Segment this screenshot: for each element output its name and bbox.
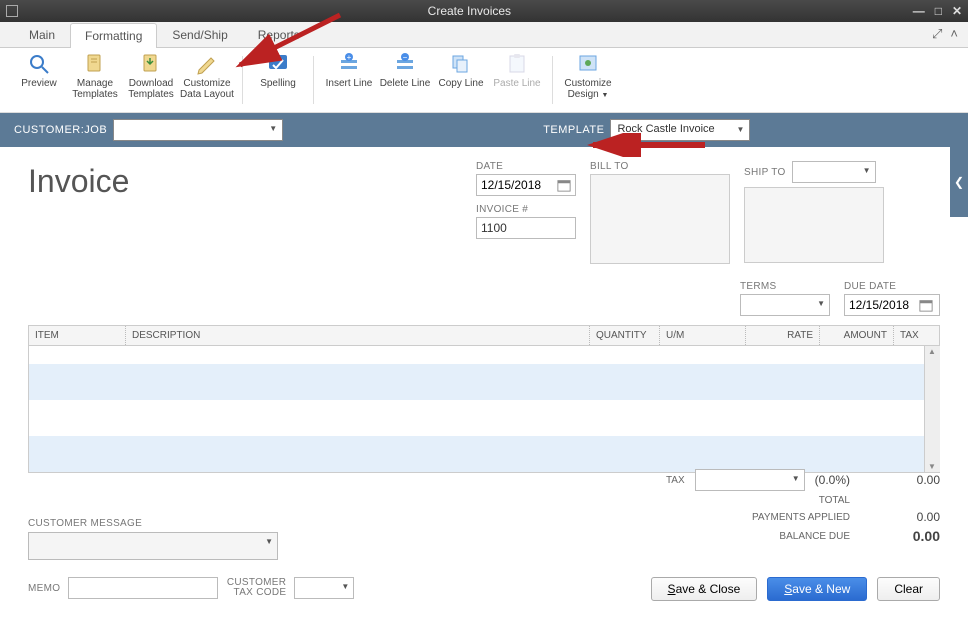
date-label: DATE	[476, 161, 576, 172]
terms-label: TERMS	[740, 281, 830, 292]
insert-line-button[interactable]: + Insert Line	[322, 52, 376, 89]
calendar-icon[interactable]	[919, 298, 933, 312]
copy-icon	[449, 52, 473, 76]
insert-line-icon: +	[337, 52, 361, 76]
magnifier-icon	[27, 52, 51, 76]
col-um[interactable]: U/M	[659, 326, 745, 345]
invoice-num-input[interactable]	[476, 217, 576, 239]
grid-body[interactable]	[29, 346, 939, 472]
total-label: TOTAL	[819, 495, 850, 506]
shipto-label: SHIP TO	[744, 167, 786, 178]
preview-button[interactable]: Preview	[12, 52, 66, 89]
design-icon	[576, 52, 600, 76]
date-input[interactable]	[476, 174, 576, 196]
customer-job-select[interactable]	[113, 119, 283, 141]
calendar-icon[interactable]	[557, 178, 571, 192]
template-label: TEMPLATE	[543, 124, 604, 136]
close-icon[interactable]: ✕	[952, 4, 962, 18]
memo-input[interactable]	[68, 577, 218, 599]
download-templates-button[interactable]: Download Templates	[124, 52, 178, 100]
tab-reports[interactable]: Reports	[243, 22, 315, 47]
window-icon	[6, 5, 18, 17]
copy-line-button[interactable]: Copy Line	[434, 52, 488, 89]
balance-amount: 0.00	[860, 528, 940, 544]
customer-message-select[interactable]	[28, 532, 278, 560]
minimize-icon[interactable]: —	[913, 4, 925, 18]
tax-pct: (0.0%)	[815, 473, 850, 487]
save-close-button[interactable]: SSave & Closeave & Close	[651, 577, 758, 601]
col-desc[interactable]: DESCRIPTION	[125, 326, 589, 345]
tab-main[interactable]: Main	[14, 22, 70, 47]
delete-line-button[interactable]: − Delete Line	[378, 52, 432, 89]
collapse-ribbon-icon[interactable]: ˄	[950, 26, 958, 42]
expand-icon[interactable]: ⤢	[932, 26, 942, 42]
tax-amount: 0.00	[860, 473, 940, 487]
payments-amount: 0.00	[860, 510, 940, 524]
save-new-button[interactable]: Save & NewSave & New	[767, 577, 867, 601]
memo-label: MEMO	[28, 583, 60, 594]
paste-icon	[505, 52, 529, 76]
due-date-label: DUE DATE	[844, 281, 940, 292]
balance-label: BALANCE DUE	[779, 531, 850, 542]
totals-area: TAX (0.0%) 0.00 TOTAL PAYMENTS APPLIED 0…	[420, 469, 940, 548]
ribbon: Preview Manage Templates Download Templa…	[0, 48, 968, 113]
col-rate[interactable]: RATE	[745, 326, 819, 345]
invoice-num-label: INVOICE #	[476, 204, 576, 215]
document-icon	[83, 52, 107, 76]
customer-bar: CUSTOMER:JOB TEMPLATE Rock Castle Invoic…	[0, 113, 968, 147]
spellcheck-icon	[266, 52, 290, 76]
terms-select[interactable]	[740, 294, 830, 316]
customize-design-button[interactable]: Customize Design ▼	[561, 52, 615, 101]
payments-label: PAYMENTS APPLIED	[752, 512, 850, 523]
shipto-select[interactable]	[792, 161, 876, 183]
due-date-input[interactable]	[844, 294, 940, 316]
template-select[interactable]: Rock Castle Invoice	[610, 119, 750, 141]
customer-message-label: CUSTOMER MESSAGE	[28, 518, 142, 529]
svg-text:−: −	[403, 53, 408, 62]
grid-header: ITEM DESCRIPTION QUANTITY U/M RATE AMOUN…	[29, 326, 939, 346]
billto-box[interactable]	[590, 174, 730, 264]
tab-sendship[interactable]: Send/Ship	[157, 22, 242, 47]
tab-bar: Main Formatting Send/Ship Reports ⤢ ˄	[0, 22, 968, 48]
spelling-button[interactable]: Spelling	[251, 52, 305, 89]
pencil-icon	[195, 52, 219, 76]
customer-tax-select[interactable]	[294, 577, 354, 599]
invoice-form: Invoice DATE INVOICE # BILL TO SHIP TO T…	[0, 147, 968, 637]
clear-button[interactable]: Clear	[877, 577, 940, 601]
maximize-icon[interactable]: □	[935, 4, 942, 18]
col-tax[interactable]: TAX	[893, 326, 939, 345]
manage-templates-button[interactable]: Manage Templates	[68, 52, 122, 100]
customer-job-label: CUSTOMER:JOB	[14, 124, 107, 136]
delete-line-icon: −	[393, 52, 417, 76]
tax-label: TAX	[666, 475, 685, 486]
col-amt[interactable]: AMOUNT	[819, 326, 893, 345]
svg-text:+: +	[347, 53, 352, 62]
download-icon	[139, 52, 163, 76]
window-title: Create Invoices	[26, 4, 913, 18]
line-items-grid: ITEM DESCRIPTION QUANTITY U/M RATE AMOUN…	[28, 325, 940, 473]
tab-formatting[interactable]: Formatting	[70, 23, 157, 48]
paste-line-button: Paste Line	[490, 52, 544, 89]
col-item[interactable]: ITEM	[29, 326, 125, 345]
shipto-box[interactable]	[744, 187, 884, 263]
billto-label: BILL TO	[590, 161, 730, 172]
customer-tax-label: CUSTOMER TAX CODE	[226, 578, 286, 598]
tax-select[interactable]	[695, 469, 805, 491]
customize-layout-button[interactable]: Customize Data Layout	[180, 52, 234, 100]
title-bar: Create Invoices — □ ✕	[0, 0, 968, 22]
grid-scrollbar[interactable]	[924, 346, 940, 472]
col-qty[interactable]: QUANTITY	[589, 326, 659, 345]
